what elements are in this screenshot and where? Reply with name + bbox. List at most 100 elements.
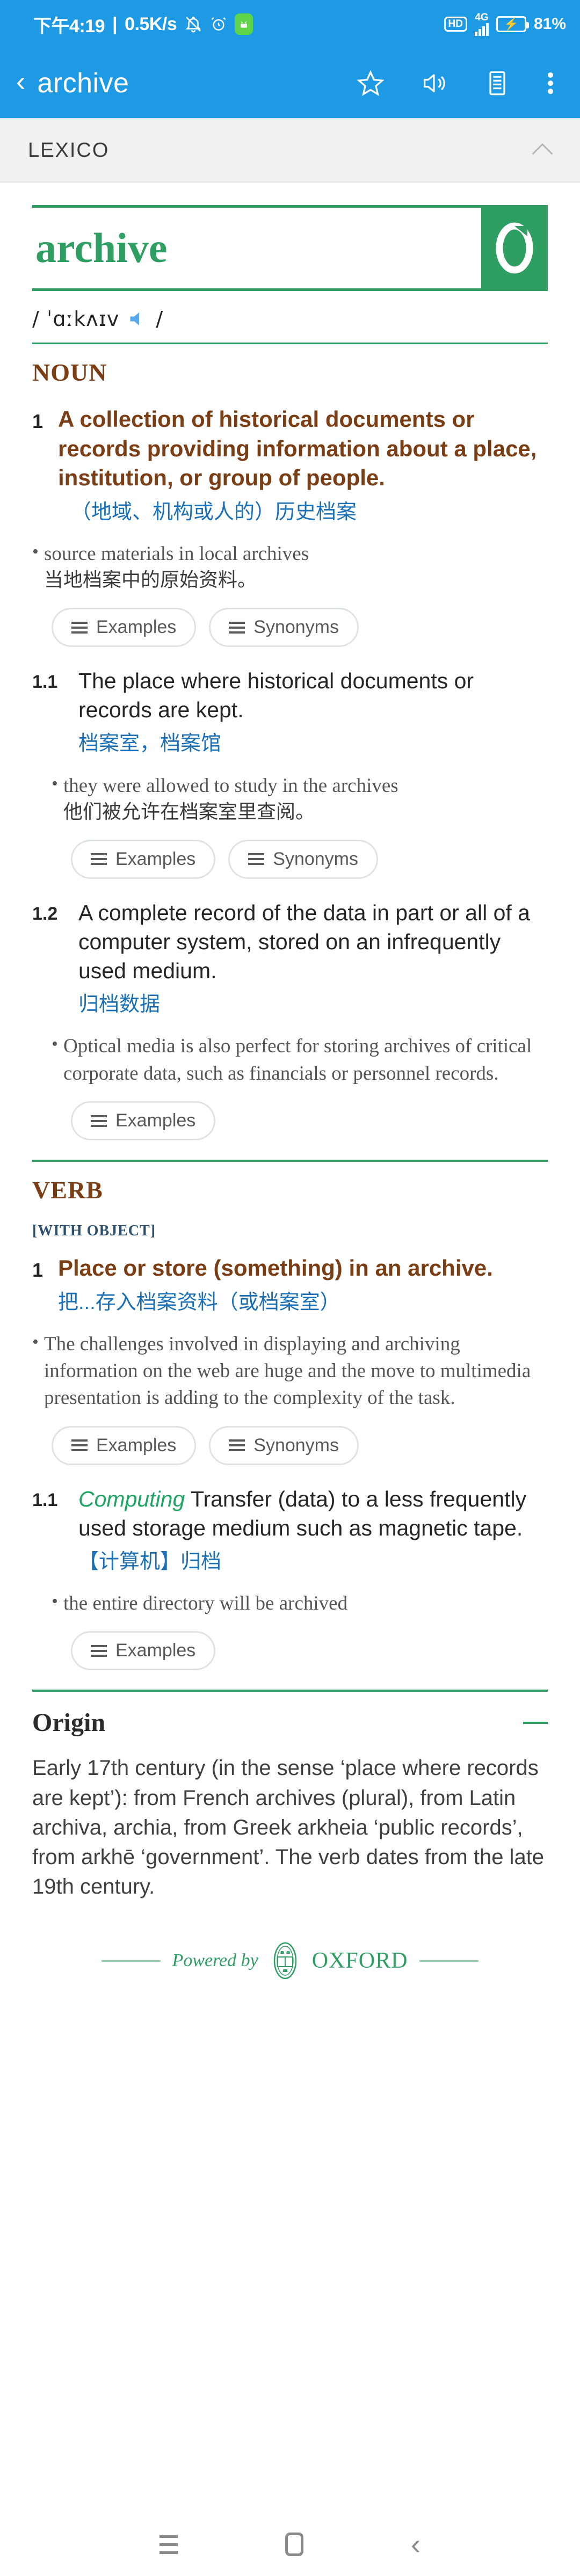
example-noun-1-1: they were allowed to study in the archiv… [52, 772, 548, 826]
app-bar: ‹ archive [0, 48, 580, 118]
examples-button-label: Examples [115, 848, 196, 869]
page-title: archive [37, 68, 129, 99]
definition-text: A collection of historical documents or … [58, 406, 537, 491]
sense-noun-1: 1 A collection of historical documents o… [32, 405, 548, 527]
synonyms-button[interactable]: Synonyms [228, 839, 379, 879]
status-time: 下午4:19 [33, 16, 105, 37]
signal-icon: 4G [474, 12, 489, 36]
definition-text: Computing Transfer (data) to a less freq… [78, 1485, 548, 1542]
synonyms-button[interactable]: Synonyms [209, 1425, 359, 1465]
action-pills-verb-1: Examples Synonyms [52, 1425, 548, 1465]
minus-icon[interactable] [523, 1721, 548, 1724]
example-text-en: Optical media is also perfect for storin… [63, 1035, 532, 1085]
example-text-en: The challenges involved in displaying an… [44, 1333, 531, 1409]
synonyms-button-label: Synonyms [273, 848, 359, 869]
definition-translation: 档案室，档案馆 [78, 732, 222, 755]
definition-text: A complete record of the data in part or… [78, 900, 530, 984]
sense-noun-1-1: 1.1 The place where historical documents… [32, 666, 548, 758]
phone-screen: 下午4:19 | 0.5K/s HD 4G ⚡ 81% ‹ archive LE… [0, 0, 580, 2576]
powered-by-footer: Powered by OXFORD [32, 1939, 548, 2004]
entry-content: archive / ˈɑːkʌɪv / NOUN 1 A collection … [0, 205, 580, 2004]
action-pills-verb-1-1: Examples [71, 1631, 548, 1671]
status-network-speed: 0.5K/s [125, 13, 177, 34]
examples-button[interactable]: Examples [71, 839, 216, 879]
list-lines-icon [229, 1439, 245, 1452]
examples-button[interactable]: Examples [71, 1631, 216, 1671]
list-lines-icon [91, 1644, 107, 1657]
definition-text: The place where historical documents or … [78, 668, 474, 723]
lexico-logo-icon [481, 208, 548, 288]
list-lines-icon [91, 853, 107, 865]
synonyms-button-label: Synonyms [253, 617, 339, 638]
examples-button-label: Examples [96, 617, 177, 638]
origin-title: Origin [32, 1708, 106, 1737]
star-icon[interactable] [357, 69, 385, 97]
source-section-header[interactable]: LEXICO [0, 118, 580, 183]
sense-number: 1.1 [32, 672, 58, 693]
grammar-label: [WITH OBJECT] [32, 1222, 156, 1240]
section-divider [32, 1160, 548, 1162]
examples-button[interactable]: Examples [52, 608, 197, 647]
status-bar-left: 下午4:19 | 0.5K/s [33, 11, 253, 38]
definition-translation: 归档数据 [78, 993, 161, 1016]
sense-verb-1: 1 Place or store (something) in an archi… [32, 1254, 548, 1317]
examples-button[interactable]: Examples [71, 1101, 216, 1141]
headword-block: archive [32, 205, 548, 291]
examples-button-label: Examples [115, 1640, 196, 1661]
section-divider [32, 1690, 548, 1692]
home-icon[interactable] [285, 2533, 303, 2556]
back-button[interactable]: ‹ [16, 68, 25, 96]
battery-charging-icon: ⚡ [496, 16, 529, 32]
list-lines-icon [71, 621, 88, 634]
example-text-zh: 他们被允许在档案室里查阅。 [63, 801, 315, 823]
sense-number: 1 [32, 1259, 44, 1282]
action-pills-noun-1: Examples Synonyms [52, 608, 548, 647]
speaker-icon[interactable] [420, 69, 448, 97]
list-lines-icon [71, 1439, 88, 1452]
footer-rule-right [419, 1960, 479, 1962]
oxford-brand-label: OXFORD [311, 1948, 408, 1974]
network-type-label: 4G [475, 12, 489, 23]
footer-rule-left [101, 1960, 161, 1962]
hd-icon: HD [444, 17, 467, 32]
sense-number: 1 [32, 410, 44, 432]
examples-button-label: Examples [115, 1110, 196, 1131]
example-text-zh: 当地档案中的原始资料。 [44, 569, 257, 592]
example-text-en: the entire directory will be archived [63, 1592, 348, 1615]
pos-heading-noun: NOUN [32, 359, 107, 386]
list-icon[interactable] [483, 69, 511, 97]
example-text-en: source materials in local archives [44, 542, 309, 565]
origin-section-header[interactable]: Origin [32, 1708, 548, 1737]
pronunciation-text: / ˈɑːkʌɪv [32, 307, 120, 331]
domain-label: Computing [78, 1486, 185, 1511]
definition-translation: 把...存入档案资料（或档案室） [58, 1291, 340, 1314]
sense-verb-1-1: 1.1 Computing Transfer (data) to a less … [32, 1485, 548, 1576]
pronunciation-row: / ˈɑːkʌɪv / [32, 307, 548, 344]
status-bar: 下午4:19 | 0.5K/s HD 4G ⚡ 81% [0, 0, 580, 48]
origin-text: Early 17th century (in the sense ‘place … [32, 1756, 545, 1899]
pos-heading-verb: VERB [32, 1176, 103, 1204]
battery-percent-label: 81% [533, 15, 566, 33]
examples-button[interactable]: Examples [52, 1425, 197, 1465]
overflow-menu-icon[interactable] [547, 69, 554, 97]
synonyms-button[interactable]: Synonyms [209, 608, 359, 647]
list-lines-icon [91, 1115, 107, 1127]
headword-text: archive [35, 224, 168, 271]
alarm-clock-icon [210, 16, 227, 33]
definition-translation: 【计算机】归档 [78, 1550, 222, 1573]
status-bar-right: HD 4G ⚡ 81% [444, 12, 566, 36]
list-lines-icon [229, 621, 245, 634]
back-icon[interactable]: ‹ [411, 2530, 421, 2559]
chevron-up-icon[interactable] [531, 142, 554, 159]
recents-icon[interactable] [160, 2535, 178, 2554]
android-app-icon [235, 13, 253, 35]
oxford-crest-icon [270, 1939, 300, 1982]
pronounce-audio-icon[interactable] [127, 309, 148, 329]
status-separator: | [112, 13, 118, 34]
synonyms-button-label: Synonyms [253, 1435, 339, 1456]
pronunciation-close-slash: / [156, 307, 164, 331]
examples-button-label: Examples [96, 1435, 177, 1456]
action-pills-noun-1-1: Examples Synonyms [71, 839, 548, 879]
sense-number: 1.1 [32, 1489, 58, 1510]
signal-bars-icon [474, 23, 489, 36]
